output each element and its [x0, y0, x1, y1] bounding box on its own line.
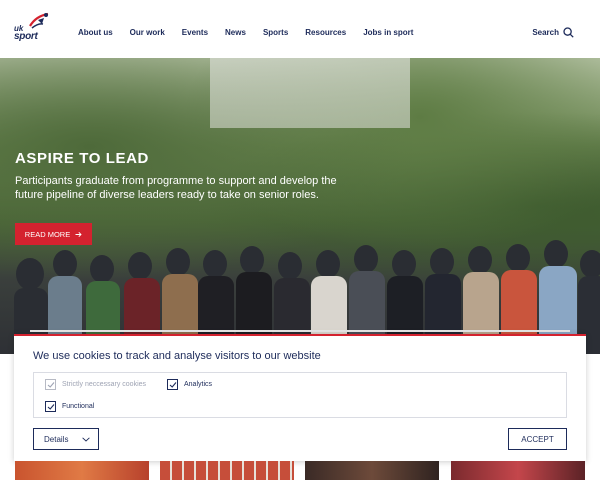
content-card-2[interactable] — [160, 461, 294, 480]
arrow-right-icon — [75, 231, 82, 237]
cookie-options: Strictly neccessary cookies Analytics Fu… — [33, 372, 567, 418]
read-more-label: READ MORE — [24, 229, 71, 239]
search-label: Search — [532, 28, 559, 37]
search-button[interactable]: Search — [532, 27, 574, 38]
cookie-option-functional[interactable]: Functional — [45, 401, 94, 412]
site-header: uk sport About us Our work Events News S… — [0, 0, 600, 58]
hero-title: ASPIRE TO LEAD — [15, 150, 149, 167]
cookie-consent-banner: We use cookies to track and analyse visi… — [14, 334, 586, 461]
checkmark-icon — [47, 381, 54, 388]
cookie-option-strictly-necessary: Strictly neccessary cookies — [45, 379, 146, 390]
details-dropdown-button[interactable]: Details — [33, 428, 99, 450]
strictly-necessary-checkbox — [45, 379, 56, 390]
functional-checkbox[interactable] — [45, 401, 56, 412]
analytics-label: Analytics — [184, 381, 213, 388]
functional-label: Functional — [62, 403, 95, 410]
checkmark-icon — [47, 403, 54, 410]
strictly-necessary-label: Strictly neccessary cookies — [62, 381, 147, 388]
checkmark-icon — [169, 381, 176, 388]
logo-sport-text: sport — [14, 31, 38, 42]
hero-sky — [210, 58, 410, 128]
nav-our-work[interactable]: Our work — [130, 28, 165, 37]
nav-events[interactable]: Events — [182, 28, 208, 37]
content-cards-row — [15, 461, 585, 480]
content-card-4[interactable] — [451, 461, 585, 480]
cookie-title: We use cookies to track and analyse visi… — [33, 350, 321, 362]
nav-news[interactable]: News — [225, 28, 246, 37]
hero-divider — [30, 330, 570, 332]
nav-resources[interactable]: Resources — [305, 28, 346, 37]
hero-description: Participants graduate from programme to … — [15, 175, 337, 201]
nav-sports[interactable]: Sports — [263, 28, 288, 37]
chevron-down-icon — [82, 436, 90, 442]
content-card-1[interactable] — [15, 461, 149, 480]
cookie-option-analytics[interactable]: Analytics — [167, 379, 212, 390]
nav-about-us[interactable]: About us — [78, 28, 113, 37]
main-nav: About us Our work Events News Sports Res… — [78, 28, 430, 37]
content-card-3[interactable] — [305, 461, 439, 480]
athlete-logo-icon — [29, 12, 49, 29]
details-label: Details — [44, 434, 69, 444]
search-icon — [563, 27, 574, 38]
uk-sport-logo[interactable]: uk sport — [14, 12, 50, 44]
nav-jobs-in-sport[interactable]: Jobs in sport — [363, 28, 413, 37]
hero-banner: ASPIRE TO LEAD Participants graduate fro… — [0, 58, 600, 354]
analytics-checkbox[interactable] — [167, 379, 178, 390]
accept-button[interactable]: ACCEPT — [508, 428, 567, 450]
read-more-button[interactable]: READ MORE — [15, 223, 92, 245]
